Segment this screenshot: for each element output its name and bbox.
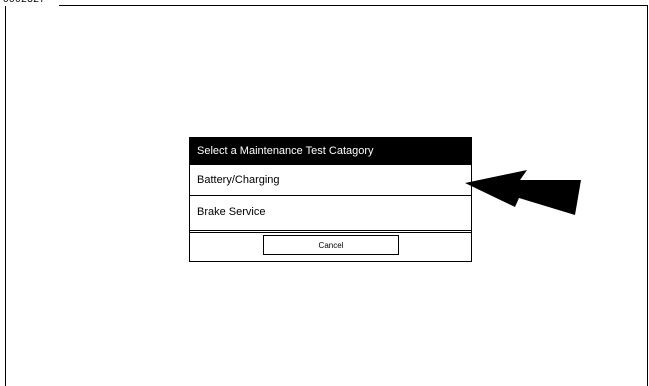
callout-arrow-icon	[465, 170, 581, 215]
option-battery-charging[interactable]: Battery/Charging	[190, 165, 471, 196]
cancel-button[interactable]: Cancel	[263, 235, 399, 255]
maintenance-category-dialog: Select a Maintenance Test Catagory Batte…	[189, 137, 472, 262]
option-brake-service[interactable]: Brake Service	[190, 196, 471, 233]
cancel-row: Cancel	[190, 233, 471, 260]
dialog-title: Select a Maintenance Test Catagory	[190, 138, 471, 165]
frame-notch	[5, 5, 59, 6]
